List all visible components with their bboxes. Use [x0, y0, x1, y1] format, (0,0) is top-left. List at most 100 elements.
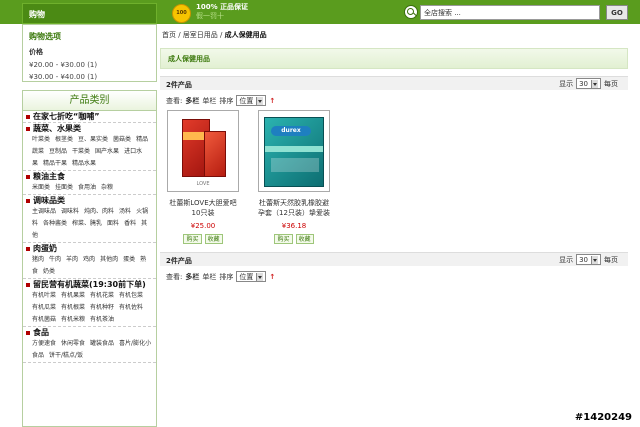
- category-group: 在家七折吃“咖哺”: [23, 111, 156, 123]
- category-heading[interactable]: 调味品类: [26, 195, 153, 206]
- favorite-button[interactable]: 收藏: [295, 234, 314, 244]
- buy-button[interactable]: 购买: [274, 234, 293, 244]
- category-link[interactable]: 国产水果: [95, 148, 119, 155]
- category-link[interactable]: 有机茶油: [90, 316, 114, 323]
- category-heading-label: 食品: [33, 328, 49, 337]
- category-link[interactable]: 主调味品: [32, 208, 56, 215]
- category-link[interactable]: 有机菌菇: [32, 316, 56, 323]
- search-icon: [404, 5, 418, 19]
- category-link[interactable]: 汤料: [119, 208, 131, 215]
- category-link[interactable]: 方便速食: [32, 340, 56, 347]
- promo-badge-icon: 100: [172, 4, 191, 23]
- category-heading[interactable]: 肉蛋奶: [26, 243, 153, 254]
- watermark: #1420249: [574, 412, 632, 423]
- category-link[interactable]: 有机瓜菜: [32, 304, 56, 311]
- list-toolbar-bottom: 2件产品 显示 30 每页: [160, 252, 628, 266]
- cart-tab[interactable]: 购物: [22, 3, 157, 24]
- category-link[interactable]: 各种酱类: [43, 220, 67, 227]
- brand-logo: durex: [271, 126, 311, 136]
- category-link[interactable]: 猪肉: [32, 256, 44, 263]
- category-link[interactable]: 有机花菜: [90, 292, 114, 299]
- category-link[interactable]: 挂面类: [55, 184, 73, 191]
- category-group: 肉蛋奶 猪肉 牛肉 羊肉 鸡肉 其他肉 蛋类 熟食 奶类: [23, 243, 156, 279]
- category-links: 有机叶菜 有机果菜 有机花菜 有机包菜有机瓜菜 有机根菜 有机种籽 有机佐料有机菌菇 有机米粮…: [26, 290, 153, 326]
- category-heading[interactable]: 留民营有机蔬菜(19:30前下单): [26, 279, 153, 290]
- category-link[interactable]: 鸡肉: [83, 256, 95, 263]
- category-link[interactable]: 豆、果实类: [78, 136, 108, 143]
- category-link[interactable]: 休闲零食: [61, 340, 85, 347]
- category-link[interactable]: 菌菇类: [113, 136, 131, 143]
- product-name[interactable]: 杜蕾斯LOVE大胆爱吧 10只装: [167, 198, 239, 218]
- category-link[interactable]: 调味料: [61, 208, 79, 215]
- category-link[interactable]: 罐装食品: [90, 340, 114, 347]
- category-link[interactable]: 干菜类: [72, 148, 90, 155]
- buy-button[interactable]: 购买: [183, 234, 202, 244]
- bullet-icon: [26, 114, 30, 119]
- search-button[interactable]: GO: [606, 5, 628, 20]
- category-link[interactable]: 叶菜类: [32, 136, 50, 143]
- category-link[interactable]: 面料: [107, 220, 119, 227]
- chevron-down-icon: [591, 255, 598, 264]
- category-link[interactable]: 精品水果: [72, 160, 96, 167]
- category-link[interactable]: 其他肉: [100, 256, 118, 263]
- category-link[interactable]: 精品干果: [43, 160, 67, 167]
- shop-options-title: 购物选项: [29, 32, 61, 41]
- search-input[interactable]: [420, 5, 600, 20]
- category-link[interactable]: 根茎类: [55, 136, 73, 143]
- view-label: 查看:: [166, 96, 183, 105]
- chevron-down-icon: [256, 96, 264, 105]
- favorite-button[interactable]: 收藏: [204, 234, 223, 244]
- category-group: 蔬菜、水果类 叶菜类 根茎类 豆、果实类 菌菇类 精品蔬菜 豆制品 干菜类 国产水果 进口水果 精品…: [23, 123, 156, 171]
- category-heading[interactable]: 蔬菜、水果类: [26, 123, 153, 134]
- category-link[interactable]: 榨菜、腌乳: [72, 220, 102, 227]
- category-link[interactable]: 羊肉: [66, 256, 78, 263]
- shop-options-box: 购物选项 价格 ¥20.00 - ¥30.00 (1) ¥30.00 - ¥40…: [22, 24, 157, 82]
- category-group: 留民营有机蔬菜(19:30前下单) 有机叶菜 有机果菜 有机花菜 有机包菜有机瓜菜 有机根…: [23, 279, 156, 327]
- bullet-icon: [26, 174, 30, 179]
- sort-select[interactable]: 位置: [236, 271, 267, 282]
- category-link[interactable]: 豆制品: [49, 148, 67, 155]
- promo-line-2: 假一罚十: [196, 12, 224, 20]
- view-multi[interactable]: 多栏: [185, 272, 199, 282]
- sort-bar-top: 查看: 多栏 单栏 排序 位置 ↑: [166, 95, 275, 106]
- category-link[interactable]: 饼干/糕点/饭: [49, 352, 83, 359]
- category-link[interactable]: 奶类: [43, 268, 55, 275]
- category-link[interactable]: 有机佐料: [119, 304, 143, 311]
- product-image[interactable]: LOVE: [167, 110, 239, 192]
- category-heading-label: 蔬菜、水果类: [33, 124, 81, 133]
- category-heading[interactable]: 食品: [26, 327, 153, 338]
- product-card: durex 杜蕾斯天然胶乳橡胶避孕套（12只装）挚爱装 ¥36.18 购买 收藏: [258, 110, 330, 244]
- category-link[interactable]: 蛋类: [123, 256, 135, 263]
- category-link[interactable]: 有机根菜: [61, 304, 85, 311]
- category-link[interactable]: 香料: [124, 220, 136, 227]
- category-heading[interactable]: 粮油主食: [26, 171, 153, 182]
- category-link[interactable]: 有机米粮: [61, 316, 85, 323]
- view-single[interactable]: 单栏: [202, 96, 216, 106]
- product-image[interactable]: durex: [258, 110, 330, 192]
- category-link[interactable]: 有机叶菜: [32, 292, 56, 299]
- category-link[interactable]: 有机包菜: [119, 292, 143, 299]
- price-range-link[interactable]: ¥30.00 - ¥40.00 (1): [29, 73, 156, 81]
- per-page-suffix: 每页: [604, 255, 618, 264]
- category-link[interactable]: 米面类: [32, 184, 50, 191]
- product-name[interactable]: 杜蕾斯天然胶乳橡胶避孕套（12只装）挚爱装: [258, 198, 330, 218]
- category-link[interactable]: 食用油: [78, 184, 96, 191]
- category-heading[interactable]: 在家七折吃“咖哺”: [26, 111, 153, 122]
- sort-direction-icon[interactable]: ↑: [269, 97, 275, 105]
- category-link[interactable]: 有机果菜: [61, 292, 85, 299]
- sort-direction-icon[interactable]: ↑: [269, 273, 275, 281]
- promo-text: 100% 正品保证 假一罚十: [196, 3, 248, 21]
- price-range-link[interactable]: ¥20.00 - ¥30.00 (1): [29, 61, 156, 69]
- category-link[interactable]: 炖肉、肉料: [84, 208, 114, 215]
- per-page-select[interactable]: 30: [576, 78, 601, 89]
- category-link[interactable]: 有机种籽: [90, 304, 114, 311]
- view-multi[interactable]: 多栏: [185, 96, 199, 106]
- category-link[interactable]: 杂粮: [101, 184, 113, 191]
- per-page-select[interactable]: 30: [576, 254, 601, 265]
- sort-select[interactable]: 位置: [236, 95, 267, 106]
- view-single[interactable]: 单栏: [202, 272, 216, 282]
- breadcrumb-home[interactable]: 首页: [162, 31, 176, 39]
- bullet-icon: [26, 330, 30, 335]
- category-link[interactable]: 牛肉: [49, 256, 61, 263]
- breadcrumb-category[interactable]: 居室日用品: [183, 31, 218, 39]
